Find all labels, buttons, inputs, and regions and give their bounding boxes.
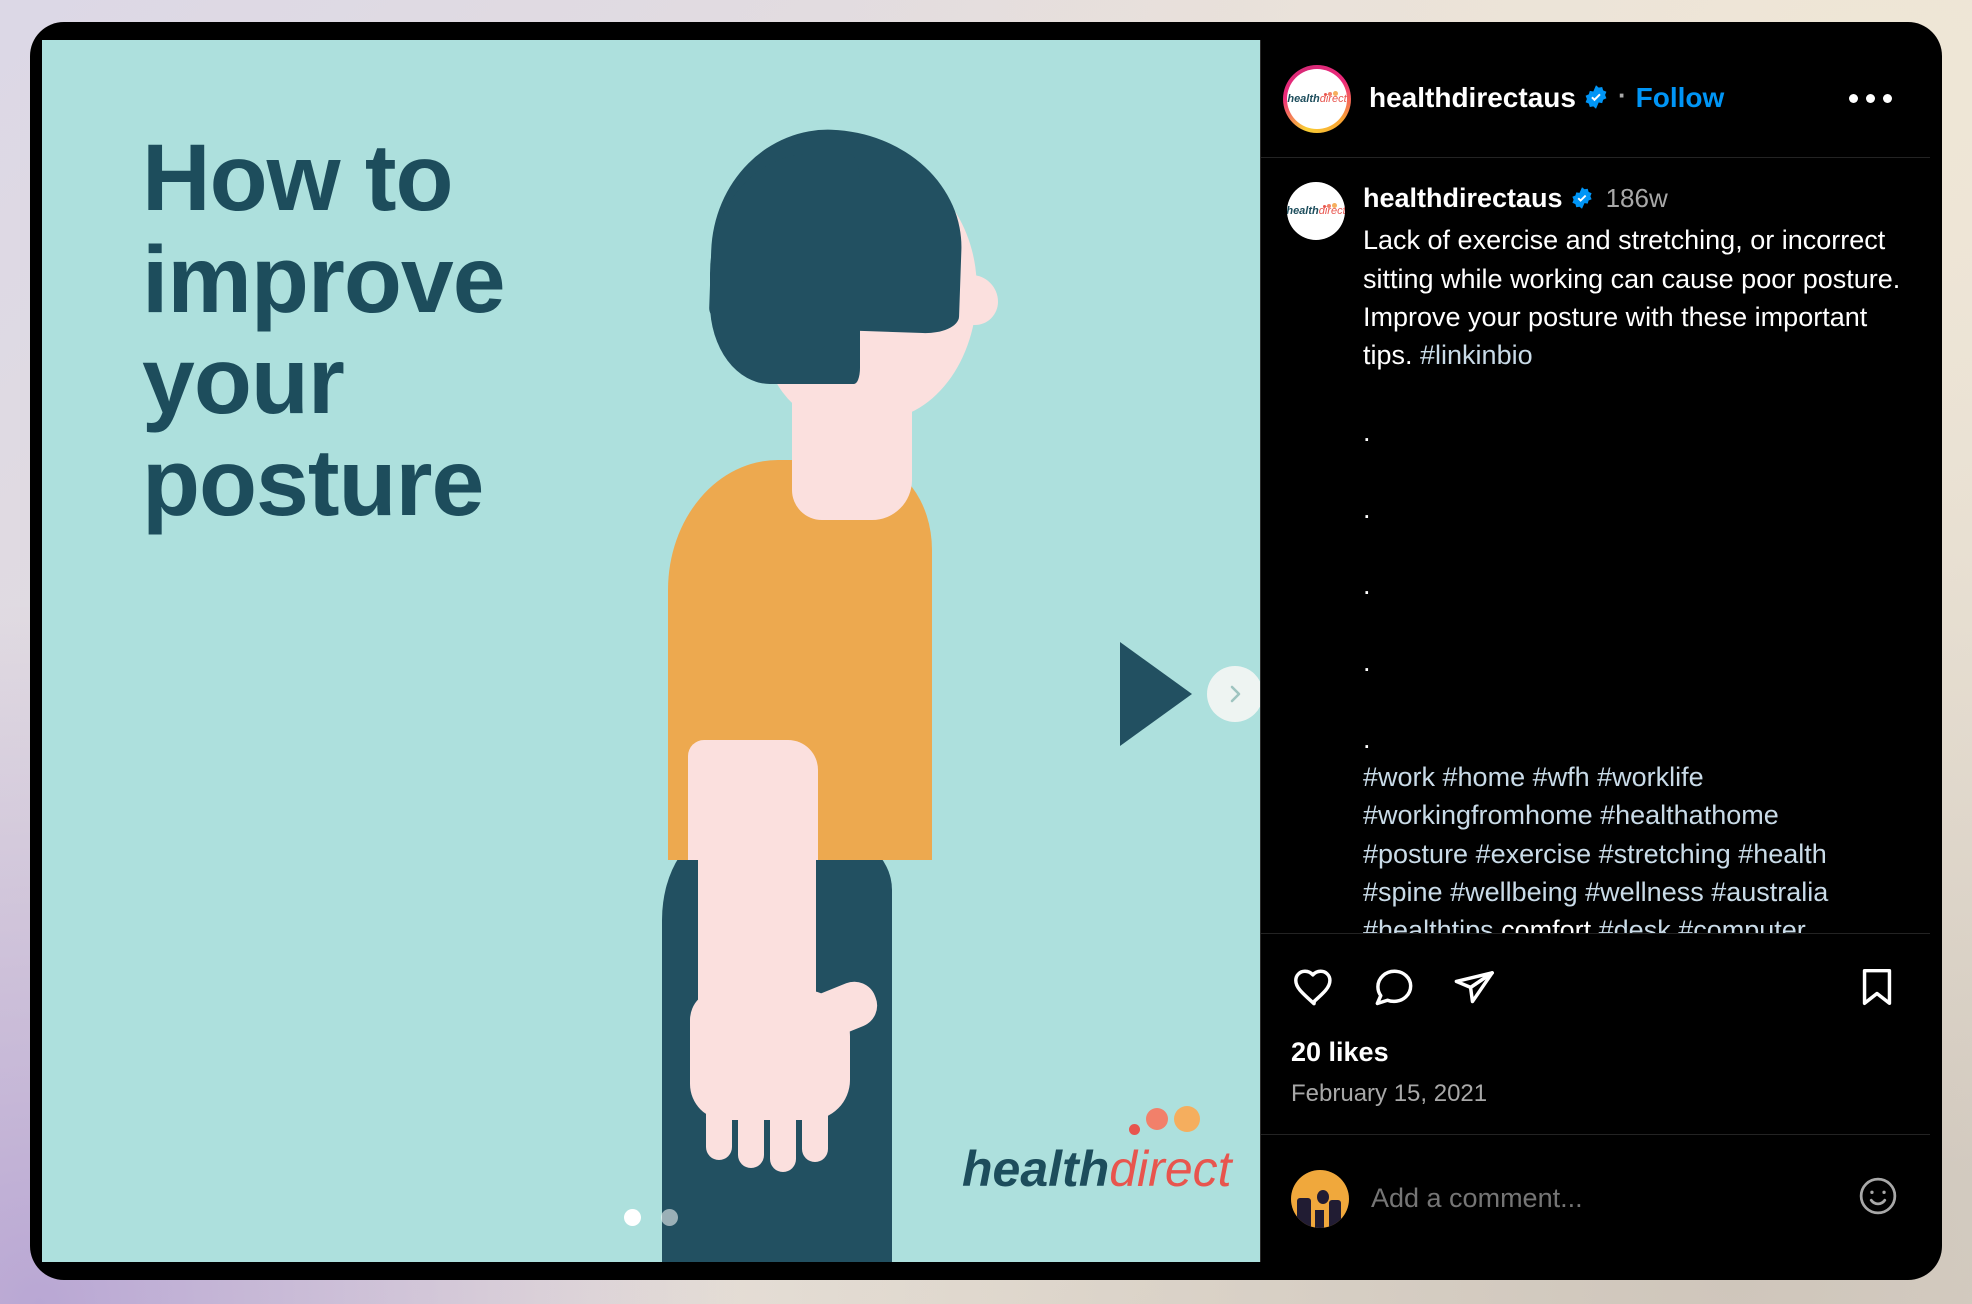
healthdirect-logo: healthdirect bbox=[962, 1106, 1232, 1198]
carousel-dot-1[interactable] bbox=[624, 1209, 641, 1226]
caption-spacer-dot: . bbox=[1363, 493, 1371, 524]
illustration-finger bbox=[706, 1090, 732, 1160]
current-user-avatar[interactable] bbox=[1291, 1169, 1349, 1228]
share-icon[interactable] bbox=[1451, 964, 1497, 1015]
post-date: February 15, 2021 bbox=[1291, 1080, 1488, 1107]
caption-text: Lack of exercise and stretching, or inco… bbox=[1363, 221, 1904, 933]
caption-spacer-dot: . bbox=[1363, 723, 1371, 754]
save-bookmark-icon[interactable] bbox=[1854, 964, 1900, 1015]
header-username-group: healthdirectaus · Follow bbox=[1369, 80, 1724, 117]
carousel-next-button[interactable] bbox=[1207, 666, 1260, 722]
post-actions: 20 likes February 15, 2021 bbox=[1261, 933, 1930, 1108]
like-icon[interactable] bbox=[1291, 964, 1337, 1015]
comment-icon[interactable] bbox=[1371, 964, 1417, 1015]
post-header: healthdirect healthdirectaus · Follow bbox=[1261, 40, 1930, 158]
header-separator: · bbox=[1617, 80, 1627, 110]
verified-badge-icon bbox=[1570, 185, 1594, 217]
caption-spacer-dot: . bbox=[1363, 570, 1371, 601]
more-options-button[interactable] bbox=[1839, 84, 1902, 113]
carousel-indicator bbox=[42, 1209, 1260, 1226]
caption-avatar-logo: healthdirect bbox=[1287, 203, 1345, 217]
emoji-picker-icon[interactable] bbox=[1856, 1174, 1900, 1223]
add-comment-input[interactable] bbox=[1371, 1183, 1856, 1214]
caption-spacer-dot: . bbox=[1363, 647, 1371, 677]
caption-hashtags-line-2[interactable]: #workingfromhome #healthathome bbox=[1363, 800, 1779, 830]
illustration-finger bbox=[738, 1098, 764, 1168]
media-headline: How to improve your posture bbox=[142, 125, 506, 536]
post-sidebar: healthdirect healthdirectaus · Follow he… bbox=[1260, 40, 1930, 1262]
avatar: healthdirect bbox=[1287, 68, 1347, 129]
carousel-dot-2[interactable] bbox=[661, 1209, 678, 1226]
avatar-healthdirect-logo: healthdirect bbox=[1287, 90, 1347, 105]
caption-header: healthdirectaus 186w bbox=[1363, 182, 1904, 217]
likes-count[interactable]: 20 likes bbox=[1291, 1037, 1900, 1068]
verified-badge-icon bbox=[1583, 84, 1609, 117]
caption-hashtags-line-5b[interactable]: #desk #computer bbox=[1599, 915, 1806, 933]
logo-direct-text: direct bbox=[1109, 1141, 1232, 1197]
play-icon[interactable] bbox=[1120, 642, 1192, 746]
header-username[interactable]: healthdirectaus bbox=[1369, 82, 1576, 113]
illustration-finger bbox=[770, 1102, 796, 1172]
post-comments-scroll[interactable]: healthdirect healthdirectaus 186w Lack o… bbox=[1261, 158, 1930, 933]
caption-block: healthdirect healthdirectaus 186w Lack o… bbox=[1287, 182, 1904, 933]
caption-avatar[interactable]: healthdirect bbox=[1287, 182, 1345, 240]
logo-health-text: health bbox=[962, 1141, 1110, 1197]
caption-spacer-dot: . bbox=[1363, 417, 1371, 448]
chevron-right-icon bbox=[1223, 682, 1247, 706]
illustration-finger bbox=[802, 1092, 828, 1162]
add-comment-bar bbox=[1261, 1134, 1930, 1262]
caption-hashtag-linkinbio[interactable]: #linkinbio bbox=[1420, 340, 1533, 370]
follow-button[interactable]: Follow bbox=[1636, 82, 1725, 113]
more-dot bbox=[1883, 94, 1892, 103]
caption-username[interactable]: healthdirectaus bbox=[1363, 183, 1563, 213]
caption-hashtag-healthtips[interactable]: #healthtips bbox=[1363, 915, 1501, 933]
posture-illustration bbox=[602, 125, 1022, 1262]
caption-hashtags-line-3[interactable]: #posture #exercise #stretching #health bbox=[1363, 839, 1827, 869]
browser-window: How to improve your posture healthdirect… bbox=[30, 22, 1942, 1280]
instagram-post: How to improve your posture healthdirect… bbox=[42, 40, 1930, 1262]
caption-hashtags-line-4[interactable]: #spine #wellbeing #wellness #australia bbox=[1363, 877, 1828, 907]
illustration-sideburn bbox=[798, 280, 834, 350]
more-dot bbox=[1866, 94, 1875, 103]
action-icon-row bbox=[1291, 964, 1900, 1015]
caption-timestamp: 186w bbox=[1605, 183, 1668, 213]
profile-avatar-ring[interactable]: healthdirect bbox=[1283, 64, 1351, 133]
caption-body: healthdirectaus 186w Lack of exercise an… bbox=[1363, 182, 1904, 933]
post-media[interactable]: How to improve your posture healthdirect bbox=[42, 40, 1260, 1262]
more-dot bbox=[1849, 94, 1858, 103]
caption-hashtags-line-1[interactable]: #work #home #wfh #worklife bbox=[1363, 762, 1704, 792]
caption-plain-comfort: comfort bbox=[1501, 915, 1599, 933]
logo-dots-icon bbox=[1127, 1106, 1207, 1140]
